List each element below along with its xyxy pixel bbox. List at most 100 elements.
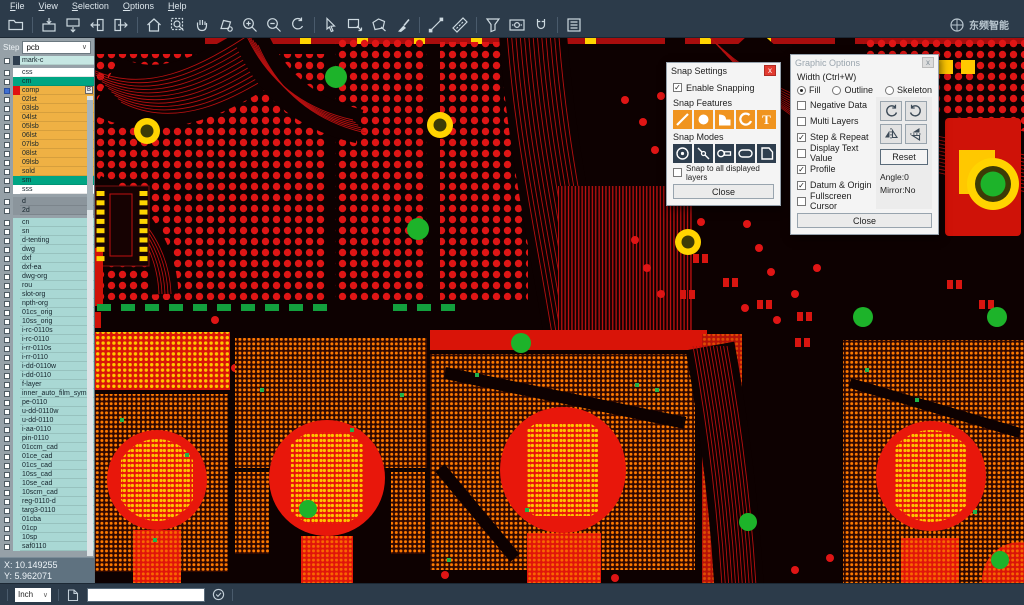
layer-visibility-checkbox[interactable] bbox=[4, 265, 10, 271]
layer-row-dwg[interactable]: dwg bbox=[0, 245, 94, 254]
save-job-icon[interactable] bbox=[62, 14, 84, 36]
enable-snapping-checkbox[interactable]: ✓ bbox=[673, 83, 682, 92]
close-icon[interactable]: x bbox=[764, 65, 776, 76]
layer-visibility-checkbox[interactable] bbox=[4, 292, 10, 298]
checkbox-icon[interactable]: ✓ bbox=[797, 133, 806, 142]
layer-visibility-checkbox[interactable] bbox=[4, 58, 10, 64]
circle-check-icon[interactable] bbox=[212, 588, 225, 601]
layer-visibility-checkbox[interactable] bbox=[4, 106, 10, 112]
open-folder-icon[interactable] bbox=[5, 14, 27, 36]
layer-row-npth-org[interactable]: npth-org bbox=[0, 299, 94, 308]
radio-icon[interactable] bbox=[797, 86, 806, 95]
unit-select[interactable]: Inch ∨ bbox=[15, 588, 51, 602]
layer-row-i-aa-0110[interactable]: i-aa-0110 bbox=[0, 425, 94, 434]
checkbox-icon[interactable]: ✓ bbox=[797, 181, 806, 190]
layer-row-01cs_orig[interactable]: 01cs_orig bbox=[0, 308, 94, 317]
graphic-option-multi-layers[interactable]: Multi Layers bbox=[797, 113, 872, 129]
import-file-icon[interactable] bbox=[86, 14, 108, 36]
width-radio-outline[interactable]: Outline bbox=[832, 85, 873, 95]
filter-icon[interactable] bbox=[482, 14, 504, 36]
layer-visibility-checkbox[interactable] bbox=[4, 499, 10, 505]
layer-row-01cp[interactable]: 01cp bbox=[0, 524, 94, 533]
layer-visibility-checkbox[interactable] bbox=[4, 526, 10, 532]
snap-mode-slot-button[interactable] bbox=[736, 144, 755, 163]
layer-row-10ss_orig[interactable]: 10ss_orig bbox=[0, 317, 94, 326]
graphic-option-profile[interactable]: ✓Profile bbox=[797, 161, 872, 177]
checkbox-icon[interactable]: ✓ bbox=[797, 165, 806, 174]
layer-visibility-checkbox[interactable] bbox=[4, 373, 10, 379]
layer-visibility-checkbox[interactable] bbox=[4, 409, 10, 415]
layer-row-sss[interactable]: sss bbox=[0, 185, 94, 194]
zoom-previous-icon[interactable] bbox=[287, 14, 309, 36]
layer-row-rou[interactable]: rou bbox=[0, 281, 94, 290]
layer-row-pin-0110[interactable]: pin-0110 bbox=[0, 434, 94, 443]
layer-row-01cba[interactable]: 01cba bbox=[0, 515, 94, 524]
layer-row-d-tenting[interactable]: d-tenting bbox=[0, 236, 94, 245]
snap-mode-key-button[interactable] bbox=[715, 144, 734, 163]
graphic-option-display-text-value[interactable]: Display Text Value bbox=[797, 145, 872, 161]
menu-item-help[interactable]: Help bbox=[161, 0, 194, 12]
layer-row-04lst[interactable]: 04lst bbox=[0, 113, 94, 122]
select-arrow-icon[interactable] bbox=[320, 14, 342, 36]
layer-row-pe-0110[interactable]: pe-0110 bbox=[0, 398, 94, 407]
layer-row-i-dd-0110[interactable]: i-dd-0110 bbox=[0, 371, 94, 380]
layer-row-sm[interactable]: sm bbox=[0, 176, 94, 185]
layer-visibility-checkbox[interactable] bbox=[4, 346, 10, 352]
layer-row-10sp[interactable]: 10sp bbox=[0, 533, 94, 542]
layer-row-i-rc-0110[interactable]: i-rc-0110 bbox=[0, 335, 94, 344]
snap-feature-surface-button[interactable] bbox=[715, 110, 734, 129]
layer-visibility-checkbox[interactable] bbox=[4, 472, 10, 478]
layer-visibility-checkbox[interactable] bbox=[4, 319, 10, 325]
measure-icon[interactable] bbox=[425, 14, 447, 36]
radio-icon[interactable] bbox=[885, 86, 894, 95]
snap-mode-center-button[interactable] bbox=[673, 144, 692, 163]
layer-row-05lsb[interactable]: 05lsb bbox=[0, 122, 94, 131]
layer-visibility-checkbox[interactable] bbox=[4, 508, 10, 514]
layer-row-01cs_cad[interactable]: 01cs_cad bbox=[0, 461, 94, 470]
layer-row-u-dd-0110w[interactable]: u-dd-0110w bbox=[0, 407, 94, 416]
layer-visibility-checkbox[interactable] bbox=[4, 490, 10, 496]
layer-visibility-checkbox[interactable] bbox=[4, 247, 10, 253]
layer-row-2d[interactable]: 2d bbox=[0, 206, 94, 215]
select-rect-icon[interactable] bbox=[344, 14, 366, 36]
layer-visibility-checkbox[interactable] bbox=[4, 70, 10, 76]
layer-row-10scm_cad[interactable]: 10scm_cad bbox=[0, 488, 94, 497]
layer-visibility-checkbox[interactable] bbox=[4, 79, 10, 85]
command-input[interactable] bbox=[87, 588, 205, 602]
snap-feature-text-button[interactable]: T bbox=[757, 110, 776, 129]
home-view-icon[interactable] bbox=[143, 14, 165, 36]
layer-visibility-checkbox[interactable] bbox=[4, 115, 10, 121]
layer-row-f-layer[interactable]: f-layer bbox=[0, 380, 94, 389]
layer-row-cm[interactable]: cm bbox=[0, 77, 94, 86]
close-icon[interactable]: x bbox=[922, 57, 934, 68]
menu-item-selection[interactable]: Selection bbox=[65, 0, 116, 12]
layer-visibility-checkbox[interactable] bbox=[4, 337, 10, 343]
layer-row-inner_auto_film_symb[interactable]: inner_auto_film_symb bbox=[0, 389, 94, 398]
layer-row-u-dd-0110[interactable]: u-dd-0110 bbox=[0, 416, 94, 425]
layer-row-i-dd-0110w[interactable]: i-dd-0110w bbox=[0, 362, 94, 371]
checkbox-icon[interactable] bbox=[797, 117, 806, 126]
layer-row-sn[interactable]: sn bbox=[0, 227, 94, 236]
layer-row-sold[interactable]: sold bbox=[0, 167, 94, 176]
checkbox-icon[interactable] bbox=[797, 197, 806, 206]
layer-visibility-checkbox[interactable] bbox=[4, 454, 10, 460]
snap-mode-profile-button[interactable] bbox=[757, 144, 776, 163]
layer-visibility-checkbox[interactable] bbox=[4, 328, 10, 334]
layer-visibility-checkbox[interactable] bbox=[4, 274, 10, 280]
layer-visibility-checkbox[interactable] bbox=[4, 283, 10, 289]
layer-visibility-checkbox[interactable] bbox=[4, 199, 10, 205]
paint-icon[interactable] bbox=[392, 14, 414, 36]
zoom-out-icon[interactable] bbox=[263, 14, 285, 36]
layer-row-07lsb[interactable]: 07lsb bbox=[0, 140, 94, 149]
layers-panel-icon[interactable] bbox=[563, 14, 585, 36]
import-job-icon[interactable] bbox=[38, 14, 60, 36]
layer-visibility-checkbox[interactable] bbox=[4, 364, 10, 370]
layer-visibility-checkbox[interactable] bbox=[4, 544, 10, 550]
layer-row-dxf[interactable]: dxf bbox=[0, 254, 94, 263]
layer-visibility-checkbox[interactable] bbox=[4, 142, 10, 148]
width-radio-skeleton[interactable]: Skeleton bbox=[885, 85, 932, 95]
layer-visibility-checkbox[interactable] bbox=[4, 463, 10, 469]
checkbox-icon[interactable] bbox=[797, 101, 806, 110]
radio-icon[interactable] bbox=[832, 86, 841, 95]
layer-visibility-checkbox[interactable] bbox=[4, 382, 10, 388]
